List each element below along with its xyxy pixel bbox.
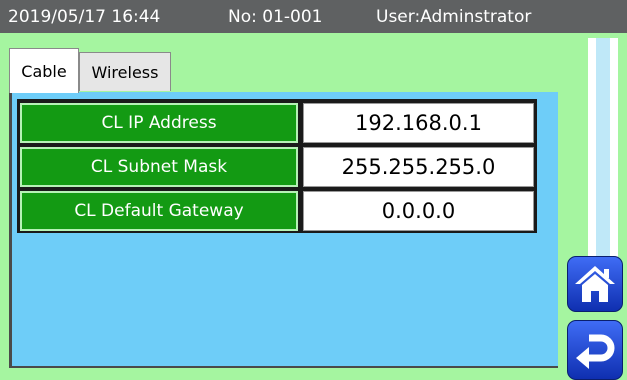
status-bar: 2019/05/17 16:44 No: 01-001 User:Adminst… [0, 0, 627, 33]
network-settings-table: CL IP Address 192.168.0.1 CL Subnet Mask… [17, 99, 537, 233]
tab-cable[interactable]: Cable [9, 48, 79, 93]
subnet-mask-value[interactable]: 255.255.255.0 [303, 147, 534, 187]
home-icon [575, 266, 615, 302]
tab-wireless[interactable]: Wireless [79, 52, 171, 91]
default-gateway-label: CL Default Gateway [20, 191, 298, 231]
user-text: User:Adminstrator [376, 7, 532, 27]
device-number-text: No: 01-001 [228, 7, 323, 27]
datetime-text: 2019/05/17 16:44 [8, 7, 161, 27]
default-gateway-value[interactable]: 0.0.0.0 [303, 191, 534, 231]
return-arrow-icon [576, 334, 615, 369]
subnet-mask-label: CL Subnet Mask [20, 147, 298, 187]
ip-address-label: CL IP Address [20, 103, 298, 143]
tab-wireless-label: Wireless [91, 62, 159, 82]
ip-address-value[interactable]: 192.168.0.1 [303, 103, 534, 143]
tab-cable-label: Cable [21, 61, 67, 81]
return-button[interactable] [567, 320, 623, 380]
scrollbar-thumb[interactable] [596, 38, 610, 263]
home-button[interactable] [567, 256, 623, 312]
